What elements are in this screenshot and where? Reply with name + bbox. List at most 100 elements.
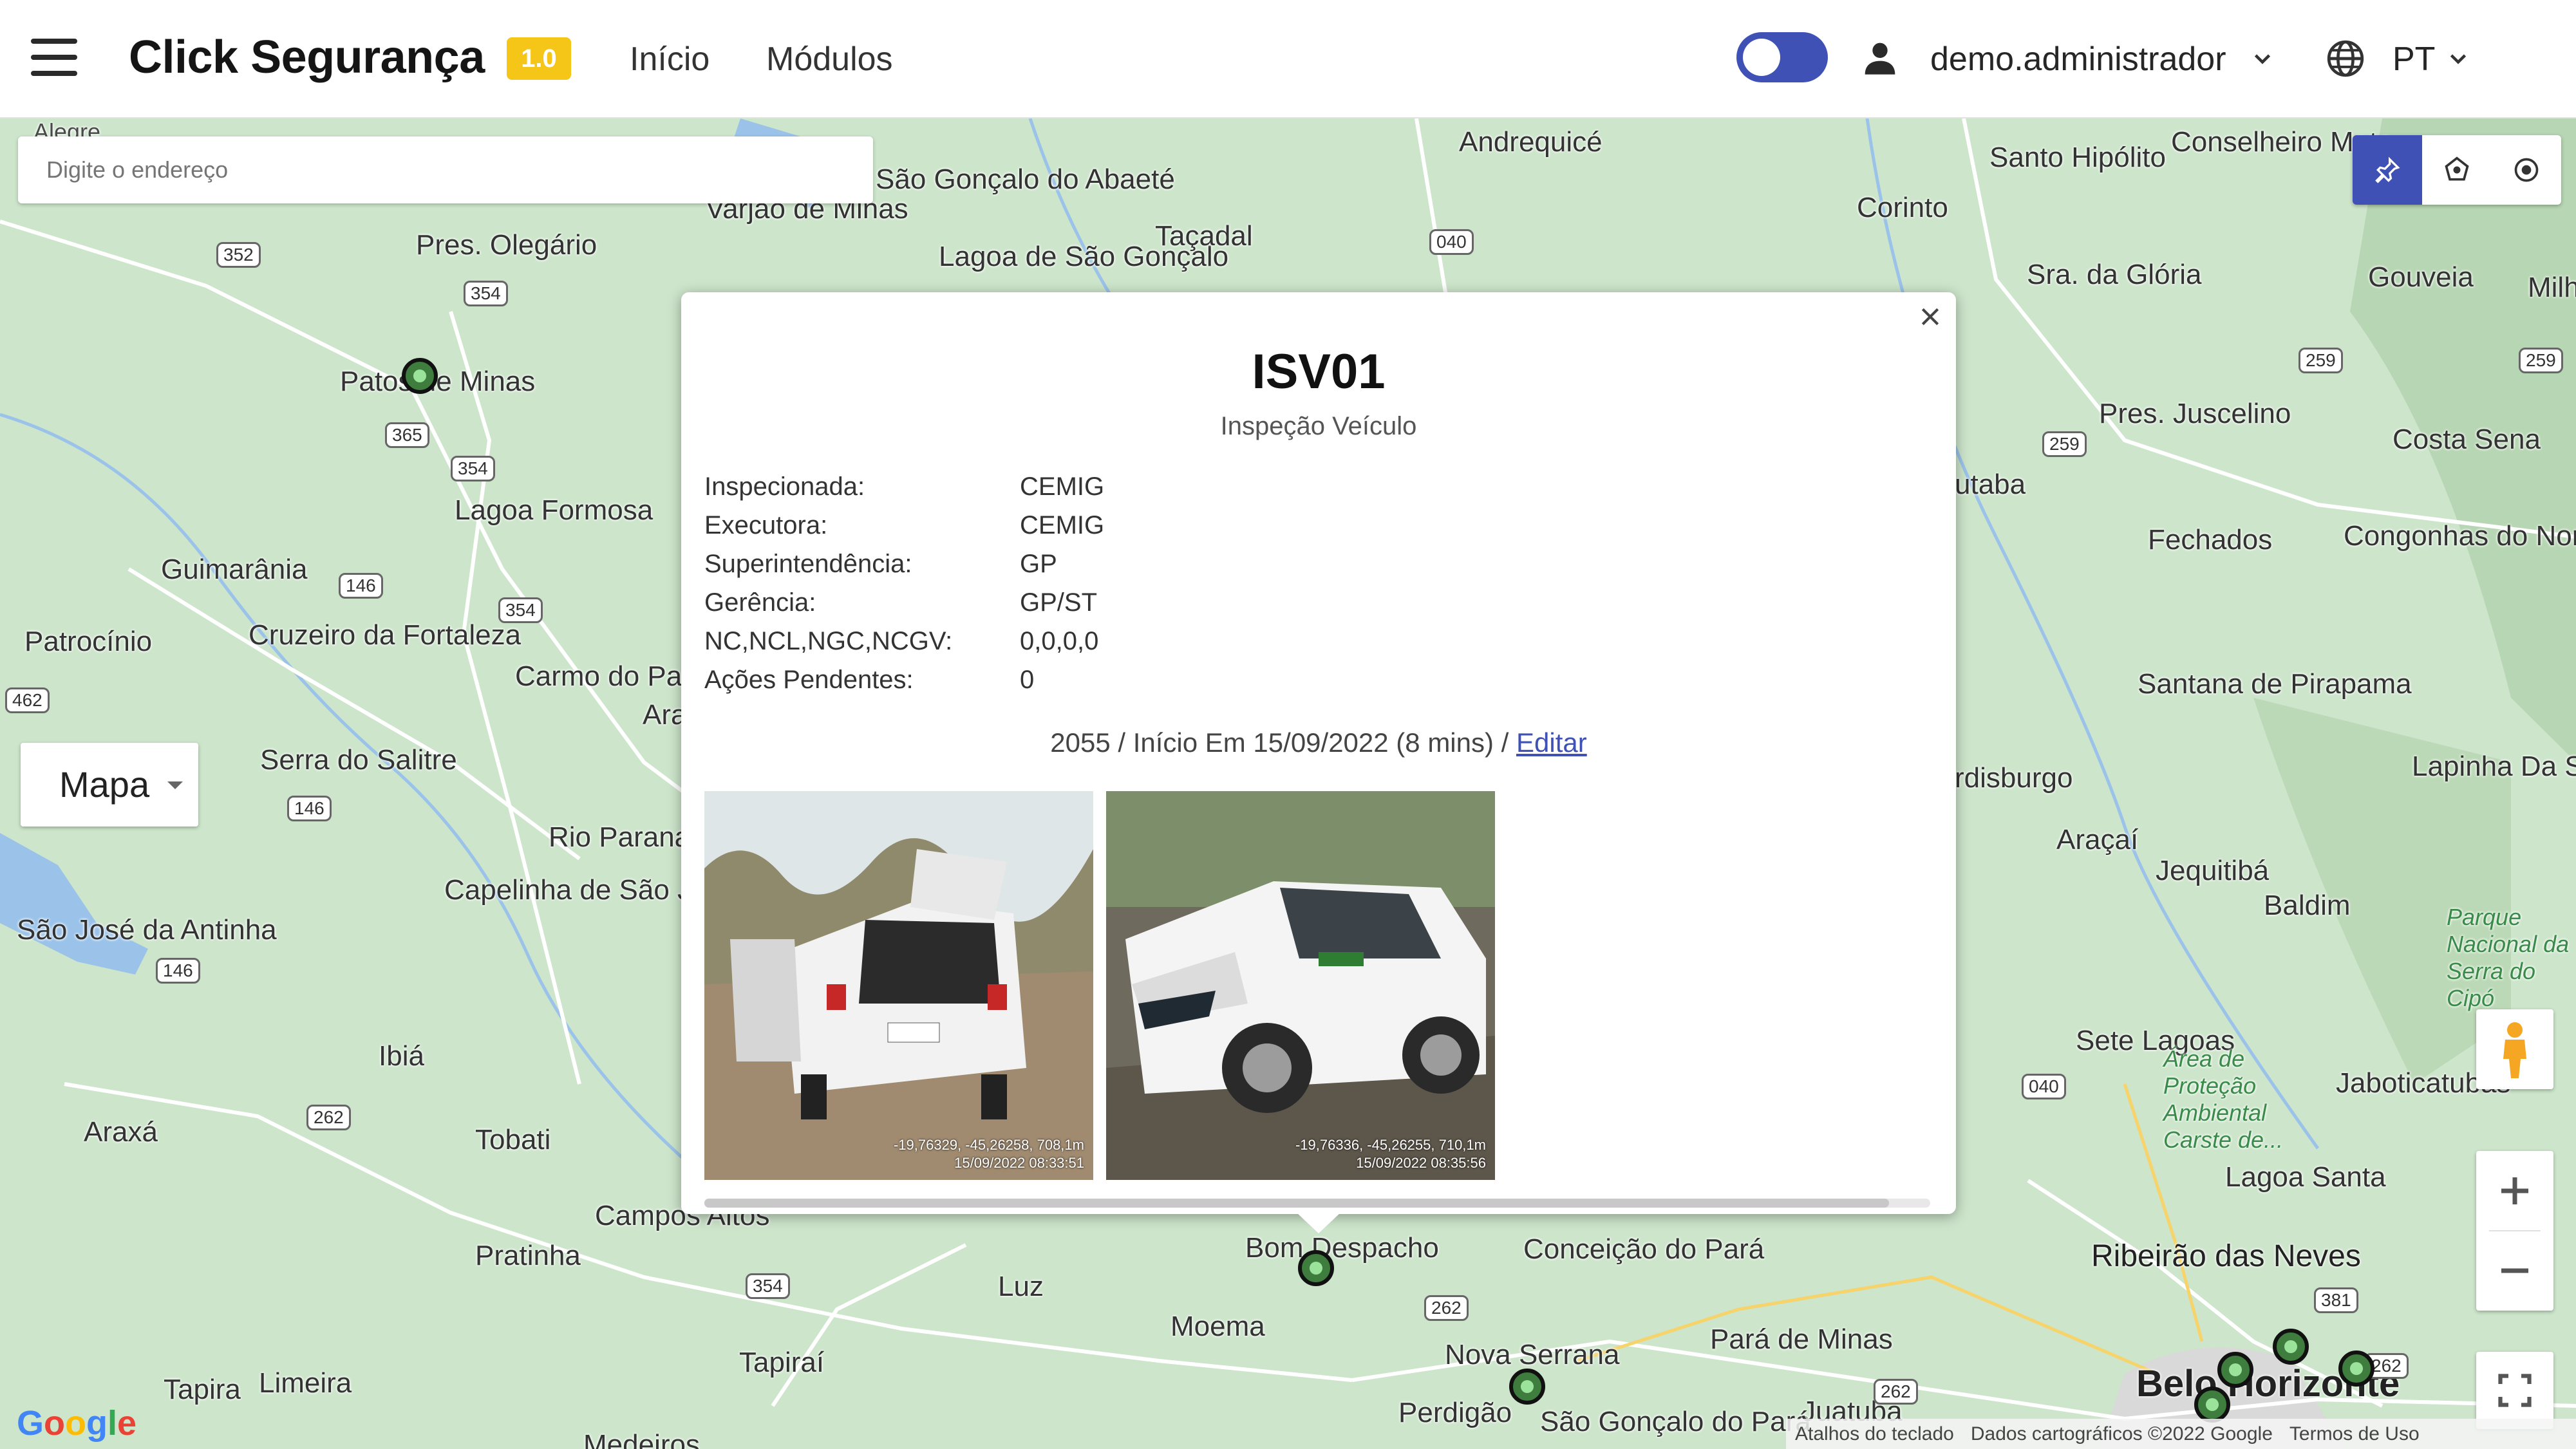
zoom-in-button[interactable] [2476, 1151, 2553, 1231]
scrollbar-thumb[interactable] [704, 1199, 1889, 1208]
road-shield: 146 [287, 796, 332, 821]
pegman-icon [2503, 1022, 2526, 1078]
photo-coords: -19,76329, -45,26258, 708,1m [893, 1137, 1084, 1153]
detail-label: Ações Pendentes: [704, 666, 914, 694]
minus-icon [2501, 1268, 2528, 1273]
circle-tool[interactable] [2492, 135, 2561, 205]
vehicle-photo-front [1106, 791, 1495, 1180]
map-marker[interactable] [2273, 1329, 2309, 1365]
circle-target-icon [2514, 158, 2539, 182]
road-shield: 262 [1874, 1379, 1918, 1405]
user-icon [1865, 42, 1895, 75]
polygon-icon [2445, 156, 2469, 181]
chevron-down-icon[interactable] [2251, 48, 2274, 71]
road-shield: 259 [2042, 431, 2087, 457]
polygon-tool[interactable] [2422, 135, 2492, 205]
photo-stamp: -19,76336, -45,26255, 710,1m 15/09/2022 0… [1295, 1136, 1486, 1172]
detail-value: CEMIG [1020, 472, 1105, 501]
horizontal-scrollbar[interactable] [704, 1199, 1930, 1208]
map-marker[interactable] [1509, 1369, 1545, 1405]
photo-timestamp: 15/09/2022 08:33:51 [954, 1155, 1084, 1171]
road-shield: 354 [746, 1273, 790, 1299]
road-shield: 259 [2519, 348, 2563, 373]
fullscreen-icon [2498, 1374, 2532, 1407]
detail-value: 0 [1020, 666, 1035, 694]
detail-row: Superintendência: GP [704, 550, 1104, 588]
detail-label: Executora: [704, 511, 828, 539]
address-search-input[interactable] [18, 136, 873, 203]
pin-icon [2375, 156, 2400, 183]
close-icon[interactable] [1917, 304, 1943, 330]
divider [2489, 1230, 2541, 1231]
detail-label: Superintendência: [704, 550, 912, 578]
summary-text: 2055 / Início Em 15/09/2022 (8 mins) / [1050, 727, 1516, 758]
pin-tool[interactable] [2353, 135, 2422, 205]
photo-stamp: -19,76329, -45,26258, 708,1m 15/09/2022 0… [894, 1136, 1084, 1172]
detail-row: Ações Pendentes: 0 [704, 666, 1104, 704]
detail-label: NC,NCL,NGC,NCGV: [704, 627, 953, 655]
map-marker[interactable] [2338, 1351, 2374, 1387]
map-type-selector[interactable]: Mapa [21, 743, 198, 827]
road-shield: 146 [156, 958, 200, 984]
app-title: Click Segurança [129, 32, 485, 83]
terms-link[interactable]: Termos de Uso [2289, 1423, 2420, 1445]
toggle-knob [1743, 39, 1780, 76]
map-tools [2353, 135, 2561, 205]
road-shield: 354 [451, 456, 495, 481]
chevron-down-icon[interactable] [2447, 48, 2470, 71]
road-shield: 262 [306, 1105, 351, 1130]
inspection-details: Inspecionada: CEMIG Executora: CEMIG Super… [704, 472, 1104, 704]
road-shield: 381 [2314, 1287, 2358, 1313]
map-data-attribution: Dados cartográficos ©2022 Google [1970, 1423, 2273, 1444]
road-shield: 262 [1424, 1295, 1469, 1321]
detail-value: GP [1020, 550, 1057, 578]
map-marker[interactable] [402, 358, 438, 394]
zoom-control [2476, 1151, 2553, 1311]
road-shield: 259 [2299, 348, 2343, 373]
map-marker[interactable] [2194, 1387, 2230, 1423]
nav-modulos[interactable]: Módulos [766, 40, 893, 79]
user-menu[interactable]: demo.administrador [1930, 40, 2226, 79]
detail-row: NC,NCL,NGC,NCGV: 0,0,0,0 [704, 627, 1104, 666]
globe-icon [2327, 40, 2364, 77]
road-shield: 462 [5, 687, 50, 713]
theme-toggle[interactable] [1736, 32, 1828, 82]
road-shield: 354 [498, 597, 543, 623]
map-marker[interactable] [2217, 1352, 2253, 1388]
detail-value: 0,0,0,0 [1020, 627, 1099, 655]
inspection-photo[interactable]: -19,76336, -45,26255, 710,1m 15/09/2022 0… [1106, 791, 1495, 1180]
info-window-tail [1295, 1211, 1342, 1233]
photo-coords: -19,76336, -45,26255, 710,1m [1295, 1137, 1486, 1153]
map-marker[interactable] [1298, 1250, 1334, 1286]
road-shield: 352 [216, 242, 261, 268]
keyboard-shortcuts-link[interactable]: Atalhos do teclado [1795, 1423, 1954, 1445]
road-shield: 365 [385, 422, 429, 448]
fullscreen-button[interactable] [2476, 1352, 2553, 1429]
detail-label: Gerência: [704, 588, 816, 617]
plus-icon [2501, 1177, 2528, 1204]
photo-timestamp: 15/09/2022 08:35:56 [1356, 1155, 1486, 1171]
hamburger-menu-icon[interactable] [31, 39, 77, 77]
edit-link[interactable]: Editar [1516, 727, 1587, 758]
language-selector[interactable]: PT [2393, 40, 2435, 79]
inspection-summary: 2055 / Início Em 15/09/2022 (8 mins) / E… [681, 727, 1956, 758]
detail-row: Gerência: GP/ST [704, 588, 1104, 627]
detail-row: Executora: CEMIG [704, 511, 1104, 550]
nav-inicio[interactable]: Início [630, 40, 710, 79]
version-badge: 1.0 [507, 37, 571, 80]
detail-row: Inspecionada: CEMIG [704, 472, 1104, 511]
street-view-pegman-icon[interactable] [2476, 1009, 2553, 1089]
map-type-label: Mapa [59, 764, 150, 805]
road-shield: 354 [464, 281, 508, 306]
google-logo: Google [17, 1404, 137, 1443]
detail-label: Inspecionada: [704, 472, 865, 501]
caret-down-icon [167, 781, 183, 789]
zoom-out-button[interactable] [2476, 1231, 2553, 1311]
road-shield: 040 [1429, 229, 1474, 255]
road-shield: 146 [339, 573, 383, 599]
inspection-info-window: ISV01 Inspeção Veículo Inspecionada: CEMI… [681, 292, 1956, 1214]
map-attribution: Atalhos do teclado Dados cartográficos ©… [1786, 1419, 2576, 1449]
inspection-subtitle: Inspeção Veículo [1220, 412, 1417, 440]
top-bar: Click Segurança 1.0 Início Módulos demo.… [0, 0, 2576, 118]
inspection-photo[interactable]: -19,76329, -45,26258, 708,1m 15/09/2022 0… [704, 791, 1093, 1180]
